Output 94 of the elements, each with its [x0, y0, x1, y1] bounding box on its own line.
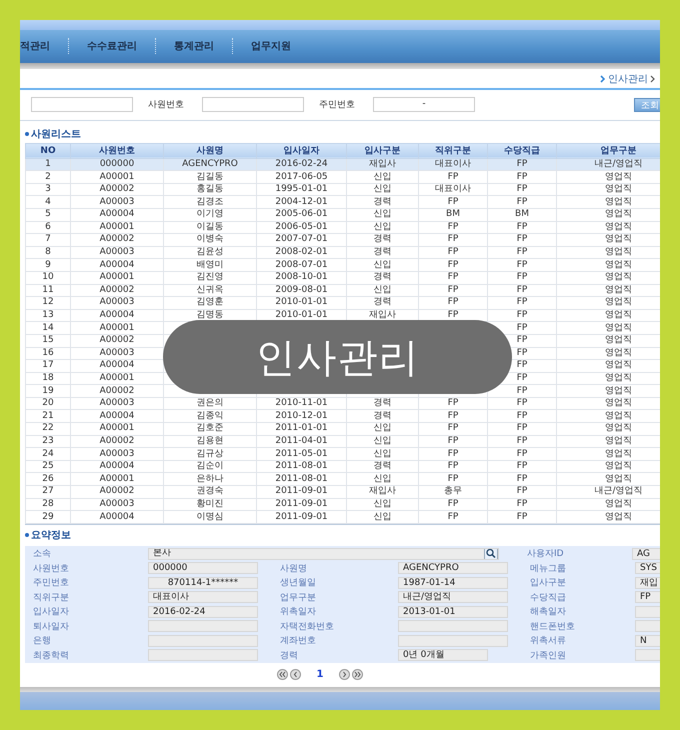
field-label: 입사일자 [32, 606, 70, 618]
field-label: 최종학력 [32, 650, 70, 662]
input-field[interactable] [148, 649, 258, 662]
column-header[interactable]: 입사구분 [346, 143, 418, 158]
section-title: 사원리스트 [31, 128, 81, 141]
table-row[interactable]: 9 A00004 배영미 2008-07-01 신입 FP FP 영업직 [26, 258, 660, 272]
input-field[interactable]: 본사 [148, 548, 499, 560]
field-label: 해촉일자 [529, 606, 567, 618]
input-field[interactable]: 0년 0개월 [398, 649, 488, 662]
column-header[interactable]: 수당직급 [488, 143, 556, 158]
input-field[interactable] [31, 97, 133, 112]
table-row[interactable]: 8 A00003 김윤성 2008-02-01 경력 FP FP 영업직 [26, 246, 660, 259]
input-field[interactable] [148, 620, 258, 632]
field-label: 위촉서류 [529, 635, 567, 648]
table-row[interactable]: 10 A00001 김진영 2008-10-01 경력 FP FP 영업직 [26, 271, 660, 284]
table-row[interactable]: 24 A00003 김규상 2011-05-01 신입 FP FP 영업직 [26, 448, 660, 460]
chevron-icon [650, 74, 656, 83]
menu-item[interactable]: 업무지원 [251, 39, 291, 54]
pager-arrow-icon[interactable] [352, 669, 364, 680]
input-field[interactable]: AG [632, 548, 660, 560]
caption-overlay: 인사관리 [163, 320, 512, 394]
field-label: 주민번호 [32, 577, 70, 590]
field-label: 경력 [279, 650, 299, 662]
field-label: 사용자ID [526, 548, 565, 560]
column-header[interactable]: 사원번호 [70, 143, 164, 158]
table-row[interactable]: 1 000000 AGENCYPRO 2016-02-24 재입사 대표이사 FP 내근/영업직 [26, 158, 660, 171]
input-field[interactable]: 000000 [148, 562, 258, 574]
input-field[interactable]: N [635, 634, 660, 647]
table-row[interactable]: 28 A00003 황미진 2011-09-01 신입 FP FP 영업직 [26, 498, 660, 511]
field-label: 업무구분 [279, 592, 317, 604]
menu-item[interactable]: 통계관리 [174, 39, 214, 54]
page-number[interactable]: 1 [316, 669, 324, 680]
field-label: 계좌번호 [279, 635, 317, 648]
input-field[interactable] [202, 97, 304, 112]
field-label: 메뉴그룹 [529, 562, 567, 575]
table-row[interactable]: 29 A00004 이명심 2011-09-01 신입 FP FP 영업직 [26, 510, 660, 524]
table-row[interactable]: 3 A00002 홍길동 1995-01-01 신입 대표이사 FP 영업직 [26, 183, 660, 196]
field-label: 위촉일자 [279, 606, 317, 618]
field-label: 사원명 [279, 562, 308, 575]
table-row[interactable]: 2 A00001 김길동 2017-06-05 신입 FP FP 영업직 [26, 170, 660, 184]
input-field[interactable] [398, 620, 508, 632]
field-label: 가족인원 [529, 650, 567, 662]
input-field[interactable]: FP [635, 591, 660, 604]
field-label: 사원번호 [32, 562, 70, 575]
input-field[interactable]: - [373, 97, 475, 112]
table-row[interactable]: 27 A00002 권경숙 2011-09-01 재입사 총무 FP 내근/영업직 [26, 486, 660, 498]
field-label: 생년월일 [279, 577, 317, 590]
menu-item[interactable]: 수수료관리 [87, 39, 137, 54]
bullet-icon [25, 533, 29, 538]
input-field[interactable]: AGENCYPRO [398, 562, 508, 574]
input-field[interactable] [148, 634, 258, 647]
table-row[interactable]: 25 A00004 김순이 2011-08-01 경력 FP FP 영업직 [26, 460, 660, 473]
field-label: 자택전화번호 [279, 620, 335, 633]
table-row[interactable]: 7 A00002 이병숙 2007-07-01 경력 FP FP 영업직 [26, 234, 660, 246]
input-field[interactable]: 2016-02-24 [148, 606, 258, 618]
breadcrumb-link[interactable]: 인사관리 [608, 72, 648, 86]
input-field[interactable]: 1987-01-14 [398, 576, 508, 589]
table-row[interactable]: 26 A00001 은하나 2011-08-01 신입 FP FP 영업직 [26, 472, 660, 486]
input-field[interactable] [398, 634, 508, 647]
table-row[interactable]: 22 A00001 김호준 2011-01-01 신입 FP FP 영업직 [26, 422, 660, 436]
bullet-icon [25, 132, 29, 136]
menu-item[interactable]: 적관리 [20, 39, 50, 54]
column-header[interactable]: 입사일자 [256, 143, 346, 158]
search-icon[interactable] [484, 548, 498, 559]
column-header[interactable]: 사원명 [164, 143, 256, 158]
table-row[interactable]: 21 A00004 김종익 2010-12-01 경력 FP FP 영업직 [26, 410, 660, 423]
column-header[interactable]: 업무구분 [556, 143, 660, 158]
input-field[interactable]: 내근/영업직 [398, 591, 508, 604]
table-row[interactable]: 4 A00003 김경조 2004-12-01 경력 FP FP 영업직 [26, 196, 660, 208]
input-field[interactable]: 2013-01-01 [398, 606, 508, 618]
table-row[interactable]: 5 A00004 이기영 2005-06-01 신입 BM BM 영업직 [26, 208, 660, 222]
input-field[interactable]: 대표이사 [148, 591, 258, 604]
field-label: 소속 [32, 548, 52, 560]
field-label: 주민번호 [319, 99, 355, 112]
pager-arrow-icon[interactable] [276, 669, 288, 680]
table-row[interactable]: 6 A00001 이길동 2006-05-01 신입 FP FP 영업직 [26, 221, 660, 234]
table-row[interactable]: 20 A00003 권은의 2010-11-01 경력 FP FP 영업직 [26, 397, 660, 410]
field-label: 입사구분 [529, 577, 567, 590]
column-header[interactable]: 직위구분 [418, 143, 488, 158]
field-label: 수당직급 [529, 592, 567, 604]
chevron-icon [600, 74, 606, 83]
field-label: 핸드폰번호 [529, 620, 576, 633]
column-header[interactable]: NO [26, 143, 70, 158]
section-title: 요약정보 [31, 529, 71, 542]
table-row[interactable]: 23 A00002 김용현 2011-04-01 신입 FP FP 영업직 [26, 435, 660, 448]
input-field[interactable]: SYS [635, 562, 660, 574]
input-field[interactable]: 재입 [635, 576, 660, 589]
field-label: 은행 [32, 635, 52, 648]
input-field[interactable]: 870114-1****** [148, 576, 258, 589]
table-row[interactable]: 11 A00002 신귀옥 2009-08-01 신입 FP FP 영업직 [26, 284, 660, 297]
field-label: 직위구분 [32, 592, 70, 604]
table-row[interactable]: 12 A00003 김영훈 2010-01-01 경력 FP FP 영업직 [26, 296, 660, 310]
field-label: 퇴사일자 [32, 620, 70, 633]
field-label: 사원번호 [148, 99, 184, 112]
